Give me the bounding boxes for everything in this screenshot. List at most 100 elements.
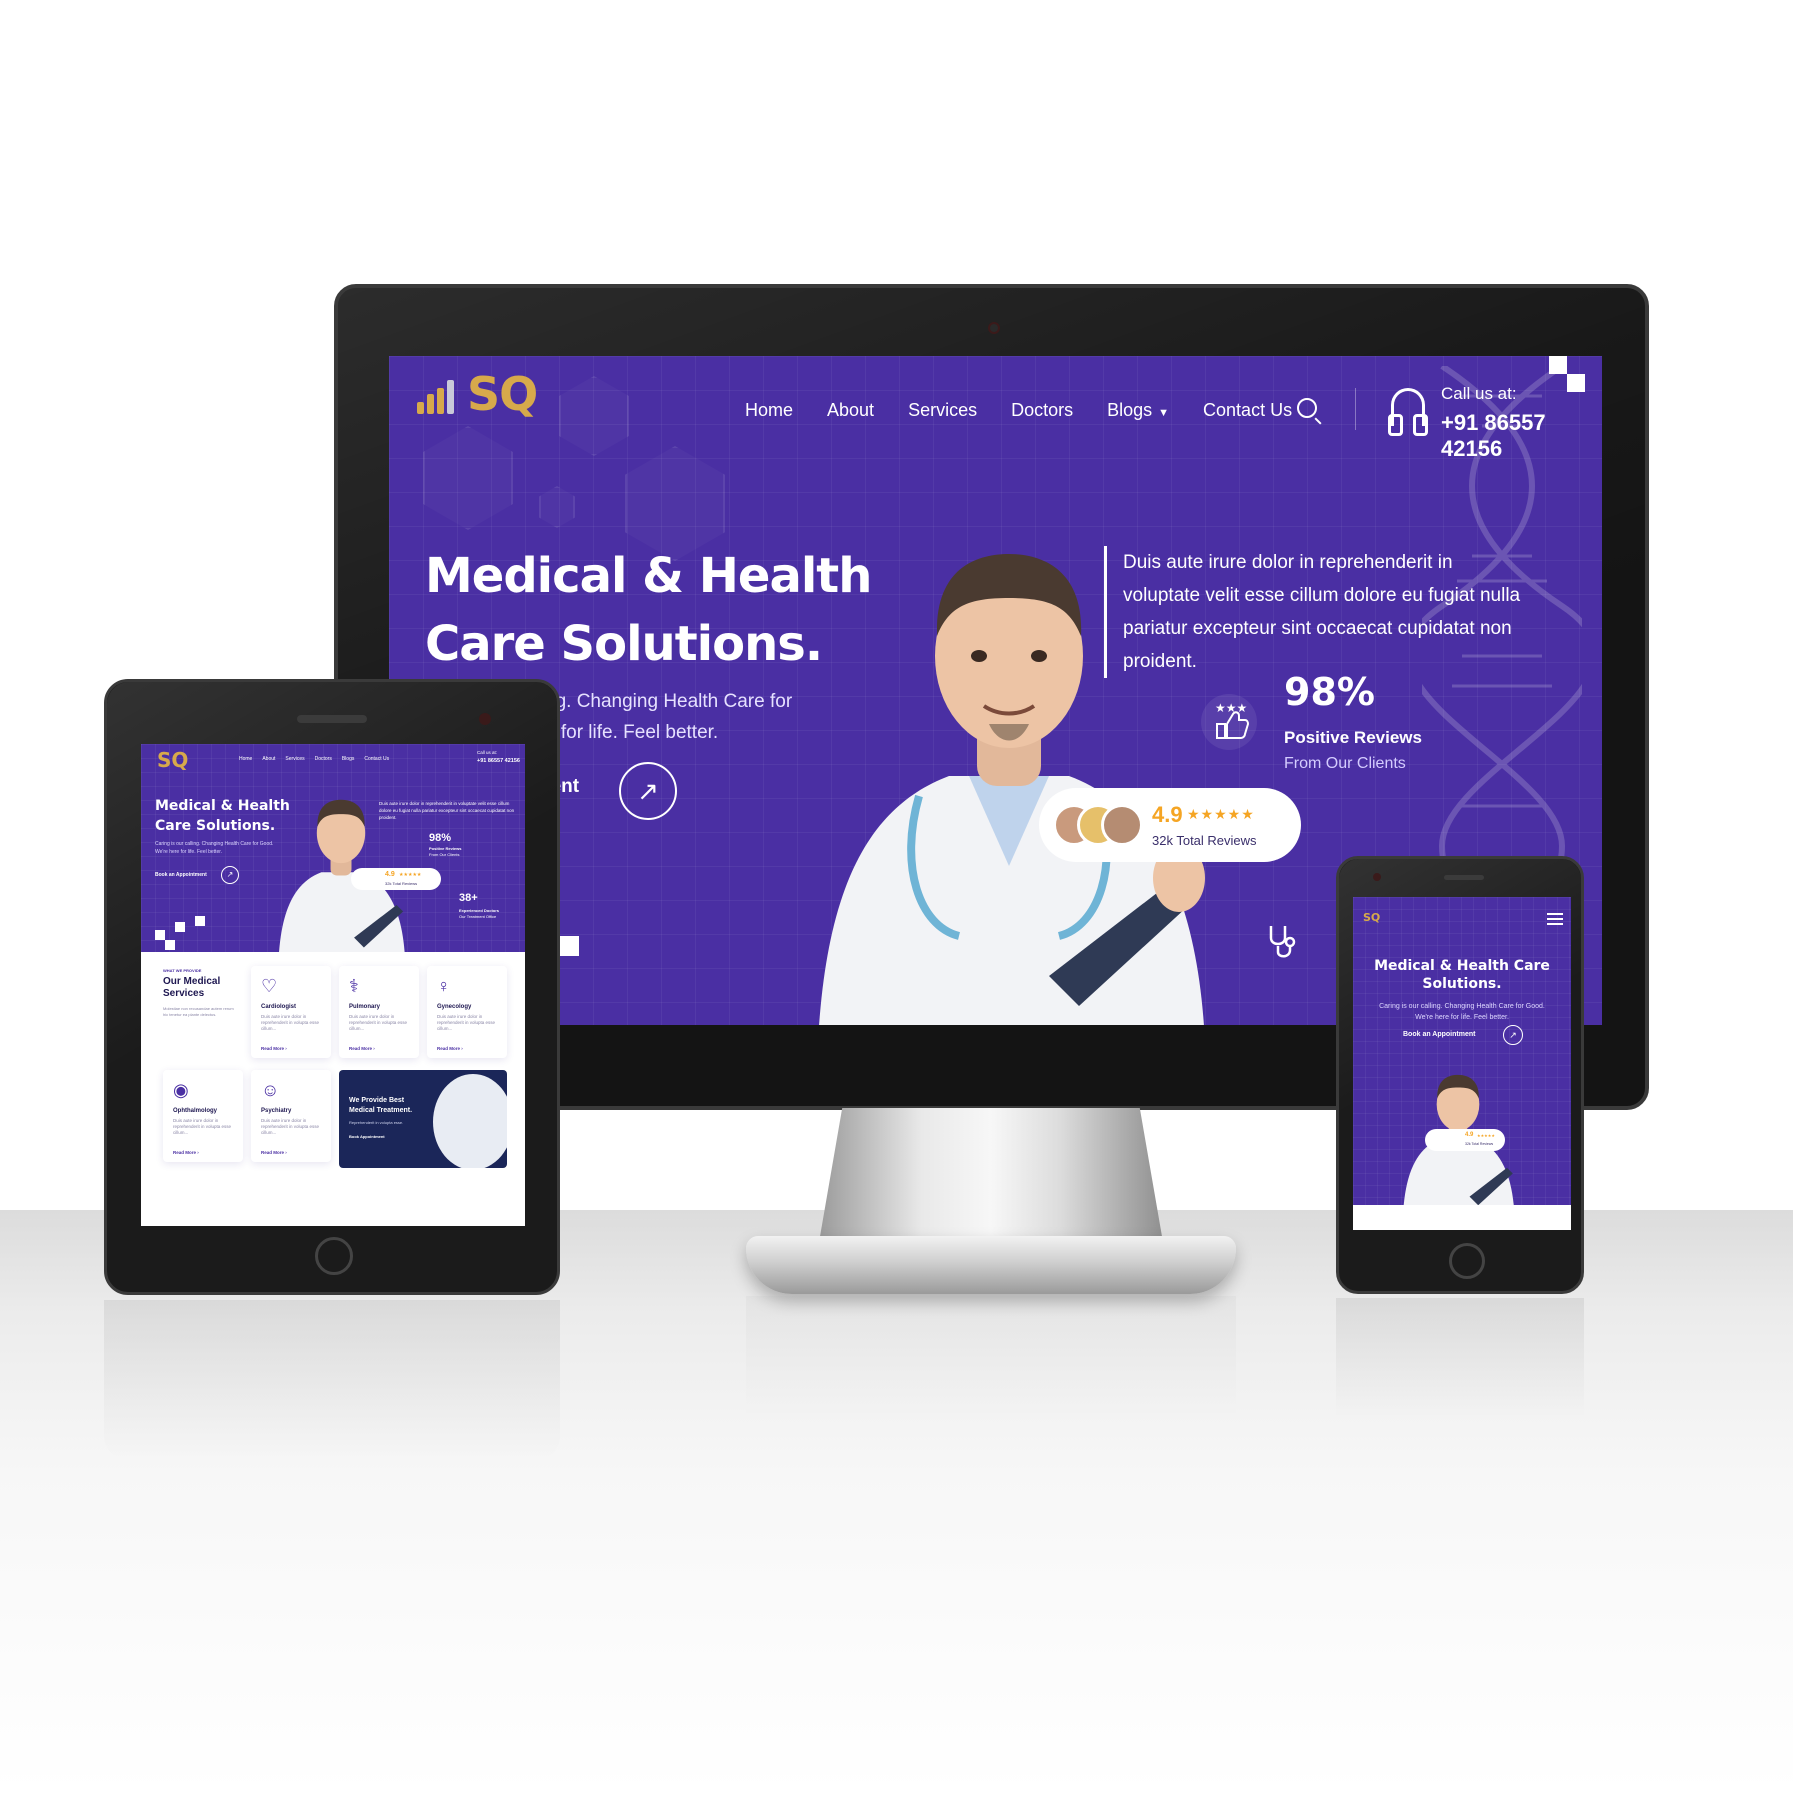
service-card-ophthalmology[interactable]: ◉ Ophthalmology Duis aute irure dolor in…: [163, 1070, 243, 1162]
hero-quote: Duis aute irure dolor in reprehenderit i…: [379, 801, 515, 820]
phone-hero: SQ Medical & Health Care Solutions. Cari…: [1353, 897, 1571, 1205]
thumbs-up-stars-icon: ★★★: [1201, 694, 1257, 750]
nav-doctors[interactable]: Doctors: [315, 756, 332, 762]
service-name: Cardiologist: [261, 1004, 297, 1010]
service-description: Duis aute irure dolor in reprehenderit i…: [261, 1014, 320, 1031]
stat-doctors-sub: Our Treatment Office: [459, 914, 497, 919]
heart-icon: ♡: [261, 976, 278, 996]
phone-reflection: [1336, 1298, 1584, 1418]
site-logo[interactable]: SQ: [413, 367, 538, 421]
read-more-link[interactable]: Read More ›: [261, 1046, 287, 1051]
headset-icon: [1388, 388, 1428, 436]
arrow-up-right-icon[interactable]: ↗: [619, 762, 677, 820]
monitor-camera: [988, 322, 1000, 334]
call-block[interactable]: Call us at: +91 86557 42156: [1441, 384, 1602, 462]
nav-blogs-group[interactable]: Blogs ▼: [1107, 400, 1169, 421]
service-card-pulmonary[interactable]: ⚕ Pulmonary Duis aute irure dolor in rep…: [339, 966, 419, 1058]
phone-camera: [1373, 873, 1381, 881]
services-description: Molestiae non recusandae autem rerum hic…: [163, 1006, 234, 1017]
star-rating-icon: ★★★★★: [399, 872, 422, 878]
arrow-up-right-icon[interactable]: ↗: [221, 866, 239, 884]
reviews-badge: 4.9 ★★★★★ 32k Total Reviews: [351, 868, 441, 890]
nav-services[interactable]: Services: [285, 756, 304, 762]
uterus-icon: ♀: [437, 976, 451, 996]
stand-reflection: [746, 1296, 1236, 1416]
pixel-decoration: [1567, 374, 1585, 392]
rating-value: 4.9: [1465, 1132, 1474, 1138]
call-number[interactable]: +91 86557 42156: [477, 758, 520, 764]
pixel-decoration: [175, 922, 185, 932]
brain-icon: ☺: [261, 1080, 280, 1100]
doctors-photo: [433, 1074, 507, 1168]
eye-icon: ◉: [173, 1080, 189, 1100]
pixel-decoration: [559, 936, 579, 956]
reviews-badge: 4.9 ★★★★★ 32k Total Reviews: [1039, 788, 1301, 862]
nav-blogs[interactable]: Blogs: [342, 756, 355, 762]
search-icon[interactable]: [1297, 398, 1317, 418]
tablet-reflection: [104, 1300, 560, 1460]
read-more-link[interactable]: Read More ›: [173, 1150, 199, 1155]
arrow-up-right-icon[interactable]: ↗: [1503, 1025, 1523, 1045]
nav-home[interactable]: Home: [239, 756, 252, 762]
nav-doctors[interactable]: Doctors: [1011, 400, 1073, 421]
service-description: Duis aute irure dolor in reprehenderit i…: [173, 1118, 232, 1135]
caret-down-icon: ▼: [1158, 407, 1170, 419]
logo-text[interactable]: SQ: [157, 748, 188, 772]
nav-about[interactable]: About: [827, 400, 874, 421]
lungs-icon: ⚕: [349, 976, 359, 996]
promo-card: We Provide Best Medical Treatment. Repre…: [339, 1070, 507, 1168]
stat-positive-reviews-sub: From Our Clients: [429, 852, 460, 857]
call-label: Call us at:: [477, 750, 498, 755]
phone-device: SQ Medical & Health Care Solutions. Cari…: [1336, 856, 1584, 1294]
hero-title: Medical & Health Care Solutions.: [1374, 958, 1550, 992]
book-appointment-link[interactable]: Book an Appointment: [155, 872, 207, 878]
stat-positive-reviews-label: Positive Reviews: [1284, 728, 1422, 747]
read-more-link[interactable]: Read More ›: [261, 1150, 287, 1155]
stat-doctors-value: 38+: [459, 892, 478, 904]
tablet-device: SQ Home About Services Doctors Blogs Con…: [104, 679, 560, 1295]
pixel-decoration: [165, 940, 175, 950]
service-description: Duis aute irure dolor in reprehenderit i…: [261, 1118, 320, 1135]
nav-home[interactable]: Home: [745, 400, 793, 421]
device-mockup-scene: SQ Home About Services Doctors Blogs ▼ Co…: [0, 0, 1793, 1793]
pixel-decoration: [1549, 356, 1567, 374]
service-description: Duis aute irure dolor in reprehenderit i…: [349, 1014, 408, 1031]
hamburger-menu-icon[interactable]: [1547, 913, 1563, 925]
promo-title: We Provide Best Medical Treatment.: [349, 1097, 413, 1114]
service-name: Ophthalmology: [173, 1108, 217, 1114]
stethoscope-icon: [1267, 924, 1301, 964]
monitor-stand-neck: [818, 1108, 1164, 1248]
tablet-camera: [479, 713, 491, 725]
promo-cta[interactable]: Book Appointment: [349, 1134, 385, 1139]
book-appointment-link[interactable]: Book an Appointment: [1403, 1031, 1475, 1038]
tablet-home-button[interactable]: [315, 1237, 353, 1275]
nav-contact[interactable]: Contact Us: [1203, 400, 1292, 421]
service-card-gynecology[interactable]: ♀ Gynecology Duis aute irure dolor in re…: [427, 966, 507, 1058]
service-card-cardiologist[interactable]: ♡ Cardiologist Duis aute irure dolor in …: [251, 966, 331, 1058]
chart-logo-icon: [413, 376, 461, 414]
phone-speaker: [1444, 875, 1484, 880]
total-reviews: 32k Total Reviews: [1465, 1142, 1494, 1146]
logo-text[interactable]: SQ: [1363, 911, 1380, 924]
logo-text: SQ: [467, 367, 538, 421]
read-more-link[interactable]: Read More ›: [349, 1046, 375, 1051]
call-number[interactable]: +91 86557 42156: [1441, 410, 1602, 462]
total-reviews: 32k Total Reviews: [1152, 833, 1257, 848]
service-name: Pulmonary: [349, 1004, 381, 1010]
star-rating-icon: ★★★★★: [1477, 1133, 1495, 1138]
stat-positive-reviews-label: Positive Reviews: [429, 846, 462, 851]
services-kicker: WHAT WE PROVIDE: [163, 968, 202, 973]
stat-positive-reviews-value: 98%: [429, 832, 452, 844]
main-nav: Home About Services Doctors Blogs ▼ Conta…: [745, 400, 1292, 421]
header-divider: [1355, 388, 1356, 430]
nav-services[interactable]: Services: [908, 400, 977, 421]
rating-value: 4.9: [1152, 802, 1183, 827]
stat-doctors-label: Experienced Doctors: [459, 908, 500, 913]
nav-about[interactable]: About: [262, 756, 275, 762]
monitor-stand-base: [746, 1236, 1236, 1294]
read-more-link[interactable]: Read More ›: [437, 1046, 463, 1051]
service-card-psychiatry[interactable]: ☺ Psychiatry Duis aute irure dolor in re…: [251, 1070, 331, 1162]
nav-contact[interactable]: Contact Us: [364, 756, 389, 762]
phone-home-button[interactable]: [1449, 1243, 1485, 1279]
nav-blogs[interactable]: Blogs: [1107, 400, 1152, 420]
